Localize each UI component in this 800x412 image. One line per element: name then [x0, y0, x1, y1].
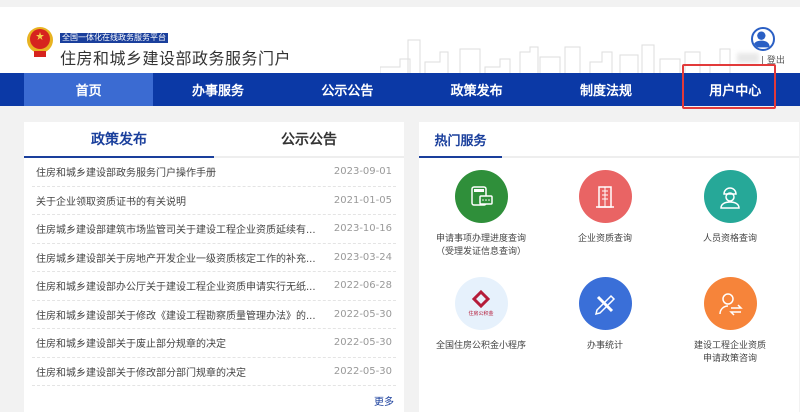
user-avatar[interactable] — [751, 27, 775, 51]
news-title[interactable]: 关于企业领取资质证书的有关说明 — [36, 193, 186, 208]
news-date: 2023-09-01 — [333, 166, 392, 178]
news-item[interactable]: 住房和城乡建设部关于废止部分规章的决定 2022-05-30 — [32, 329, 396, 358]
site-title[interactable]: 住房和城乡建设部政务服务门户 — [60, 45, 291, 69]
service-label[interactable]: 申请事项办理进度查询 （受理发证信息查询） — [419, 233, 543, 259]
building-icon[interactable] — [578, 170, 632, 223]
news-item[interactable]: 住房和城乡建设部关于修改部分部门规章的决定 2022-05-30 — [32, 358, 396, 386]
housing-fund-logo-icon[interactable]: 住房公积金 — [454, 277, 508, 330]
service-item[interactable]: 人员资格查询 — [668, 170, 792, 246]
calculator-chat-icon[interactable] — [454, 170, 508, 223]
news-date: 2022-06-28 — [333, 280, 392, 292]
news-item[interactable]: 住房城乡建设部关于房地产开发企业一级资质核定工作的补充... 2023-03-24 — [32, 244, 396, 272]
nav-policy[interactable]: 政策发布 — [412, 73, 541, 106]
nav-regulations[interactable]: 制度法规 — [541, 73, 670, 106]
news-date: 2022-05-30 — [333, 337, 392, 349]
nav-announcements[interactable]: 公示公告 — [283, 73, 412, 106]
tab-policy[interactable]: 政策发布 — [24, 122, 214, 158]
service-label[interactable]: 企业资质查询 — [543, 233, 667, 246]
news-title[interactable]: 住房城乡建设部建筑市场监管司关于建设工程企业资质延续有... — [36, 221, 316, 236]
news-item[interactable]: 住房和城乡建设部政务服务门户操作手册 2023-09-01 — [32, 158, 396, 187]
service-item[interactable]: 办事统计 — [543, 277, 667, 353]
logo-text: 住房公积金 — [468, 310, 493, 317]
news-date: 2023-03-24 — [333, 251, 392, 263]
news-date: 2021-01-05 — [333, 194, 392, 206]
username-blurred — [737, 53, 759, 63]
nav-home[interactable]: 首页 — [24, 73, 154, 106]
tab-announcements[interactable]: 公示公告 — [214, 122, 404, 156]
pencil-ruler-icon[interactable] — [578, 277, 632, 330]
main-nav: 首页 办事服务 公示公告 政策发布 制度法规 用户中心 — [0, 73, 800, 106]
news-item[interactable]: 住房和城乡建设部关于修改《建设工程勘察质量管理办法》的... 2022-05-30 — [32, 301, 396, 329]
news-title[interactable]: 住房和城乡建设部办公厅关于建设工程企业资质申请实行无纸... — [36, 278, 316, 293]
news-panel: 政策发布 公示公告 住房和城乡建设部政务服务门户操作手册 2023-09-01 关于… — [24, 122, 404, 412]
hot-services-panel: 热门服务 申请事项办理进度查询 （受理发证信息查询） 企业资质查询 人员资格查询住… — [419, 122, 799, 412]
news-title[interactable]: 住房城乡建设部关于房地产开发企业一级资质核定工作的补充... — [36, 250, 316, 265]
news-title[interactable]: 住房和城乡建设部政务服务门户操作手册 — [36, 164, 216, 179]
service-label[interactable]: 人员资格查询 — [668, 233, 792, 246]
more-link[interactable]: 更多 — [374, 393, 394, 408]
service-item[interactable]: 企业资质查询 — [543, 170, 667, 246]
service-label[interactable]: 全国住房公积金小程序 — [419, 340, 543, 353]
news-date: 2022-05-30 — [333, 365, 392, 377]
service-item[interactable]: 申请事项办理进度查询 （受理发证信息查询） — [419, 170, 543, 259]
news-title[interactable]: 住房和城乡建设部关于修改部分部门规章的决定 — [36, 364, 246, 379]
news-date: 2022-05-30 — [333, 308, 392, 320]
news-item[interactable]: 关于企业领取资质证书的有关说明 2021-01-05 — [32, 187, 396, 215]
news-item[interactable]: 住房城乡建设部建筑市场监管司关于建设工程企业资质延续有... 2023-10-16 — [32, 215, 396, 244]
user-center-highlight-box — [682, 64, 776, 109]
service-item[interactable]: 建设工程企业资质 申请政策咨询 — [668, 277, 792, 366]
nav-services[interactable]: 办事服务 — [153, 73, 282, 106]
worker-icon[interactable] — [703, 170, 757, 223]
news-title[interactable]: 住房和城乡建设部关于修改《建设工程勘察质量管理办法》的... — [36, 307, 316, 322]
hot-services-title: 热门服务 — [419, 122, 502, 158]
user-exchange-icon[interactable] — [703, 277, 757, 330]
news-date: 2023-10-16 — [333, 223, 392, 235]
service-label[interactable]: 办事统计 — [543, 340, 667, 353]
national-emblem-icon — [27, 27, 53, 57]
site-header: 全国一体化在线政务服务平台 住房和城乡建设部政务服务门户 | 登出 — [0, 7, 800, 80]
service-label[interactable]: 建设工程企业资质 申请政策咨询 — [668, 340, 792, 366]
news-title[interactable]: 住房和城乡建设部关于废止部分规章的决定 — [36, 335, 226, 350]
service-item[interactable]: 住房公积金 全国住房公积金小程序 — [419, 277, 543, 353]
news-item[interactable]: 住房和城乡建设部办公厅关于建设工程企业资质申请实行无纸... 2022-06-28 — [32, 272, 396, 301]
platform-badge: 全国一体化在线政务服务平台 — [60, 33, 168, 43]
